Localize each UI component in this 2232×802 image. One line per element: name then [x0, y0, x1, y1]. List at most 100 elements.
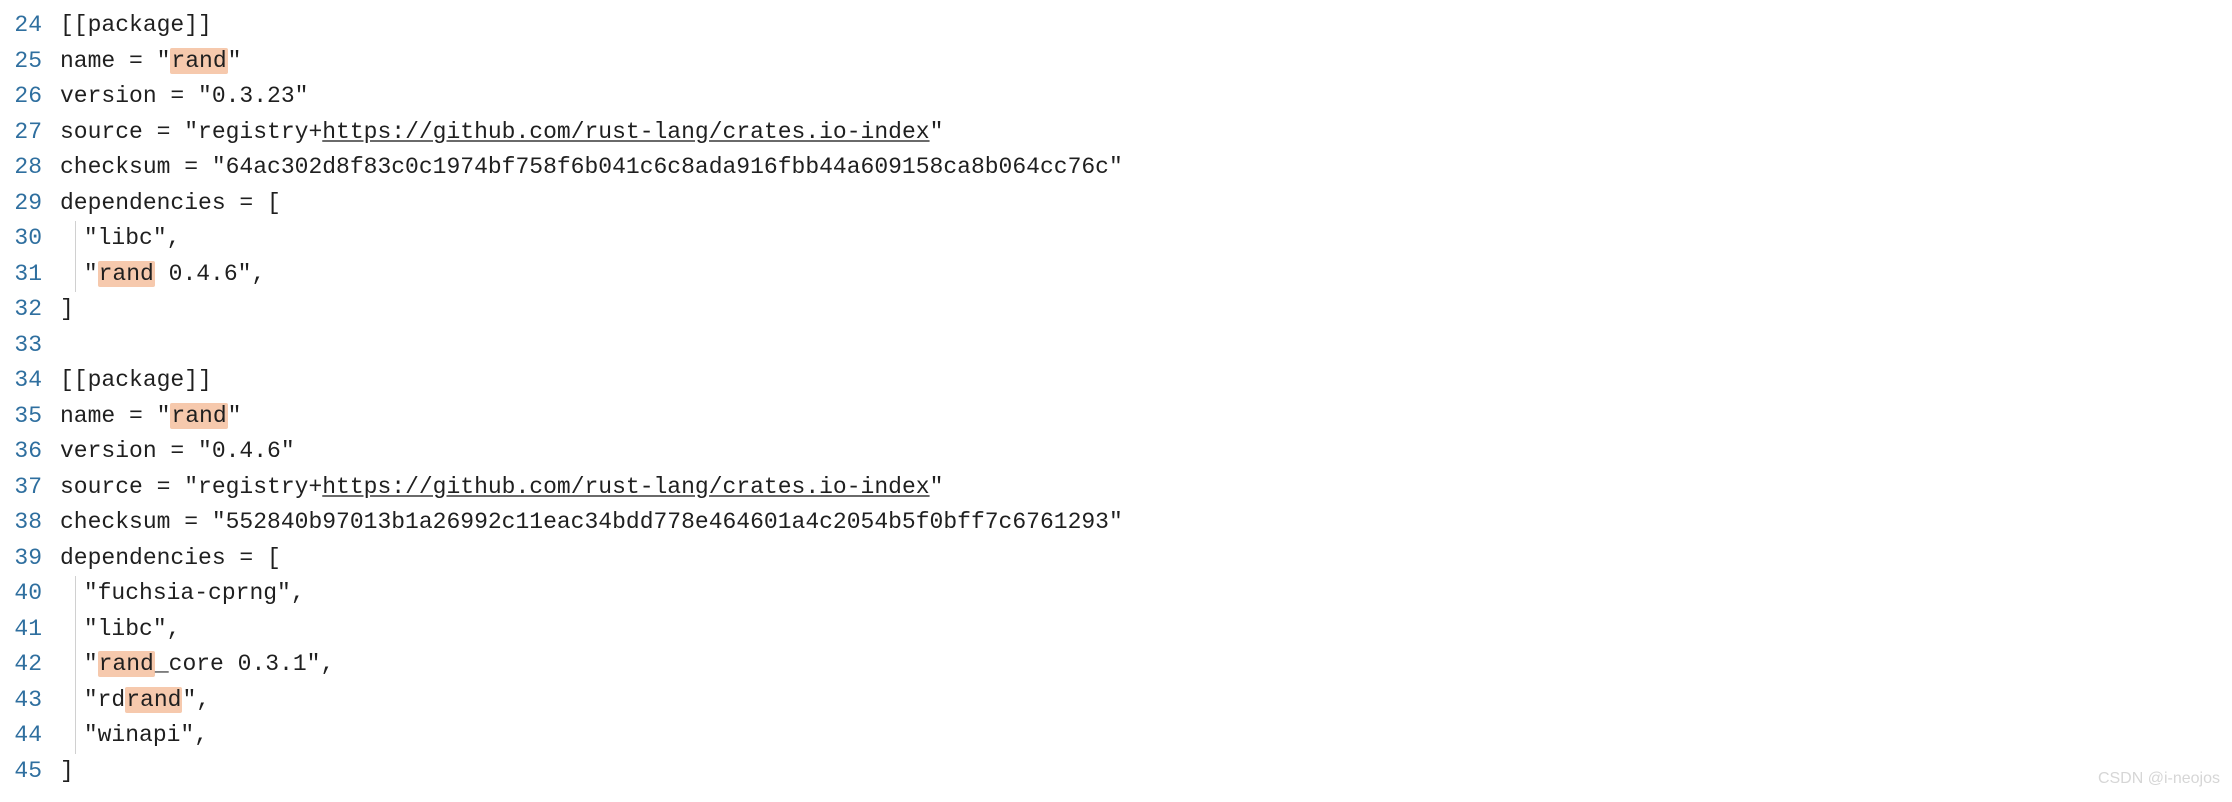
code-token: "	[930, 474, 944, 500]
code-token: "	[228, 48, 242, 74]
code-line[interactable]: 24[[package]]	[0, 8, 2232, 44]
code-token: "	[930, 119, 944, 145]
code-content[interactable]: name = "rand"	[60, 44, 2232, 80]
code-line[interactable]: 37source = "registry+https://github.com/…	[0, 470, 2232, 506]
indent-guide: "winapi",	[75, 718, 208, 754]
line-number: 24	[0, 8, 60, 44]
code-content[interactable]: "rand 0.4.6",	[60, 257, 2232, 293]
line-number: 29	[0, 186, 60, 222]
search-highlight: rand	[125, 687, 182, 713]
code-line[interactable]: 35name = "rand"	[0, 399, 2232, 435]
line-number: 43	[0, 683, 60, 719]
code-line[interactable]: 39dependencies = [	[0, 541, 2232, 577]
line-number: 38	[0, 505, 60, 541]
code-token: "libc",	[84, 225, 181, 251]
code-content[interactable]: "rand_core 0.3.1",	[60, 647, 2232, 683]
watermark-text: CSDN @i-neojos	[2098, 761, 2220, 797]
code-line[interactable]: 29dependencies = [	[0, 186, 2232, 222]
code-line[interactable]: 44 "winapi",	[0, 718, 2232, 754]
code-line[interactable]: 42 "rand_core 0.3.1",	[0, 647, 2232, 683]
line-number: 40	[0, 576, 60, 612]
code-content[interactable]: source = "registry+https://github.com/ru…	[60, 115, 2232, 151]
line-number: 36	[0, 434, 60, 470]
indent-guide: "rdrand",	[75, 683, 210, 719]
line-number: 34	[0, 363, 60, 399]
line-number: 39	[0, 541, 60, 577]
code-line[interactable]: 26version = "0.3.23"	[0, 79, 2232, 115]
url-link[interactable]: https://github.com/rust-lang/crates.io-i…	[322, 474, 929, 500]
code-line[interactable]: 31 "rand 0.4.6",	[0, 257, 2232, 293]
line-number: 28	[0, 150, 60, 186]
code-content[interactable]: ]	[60, 754, 2232, 790]
code-line[interactable]: 32]	[0, 292, 2232, 328]
code-content[interactable]: [[package]]	[60, 363, 2232, 399]
code-content[interactable]: version = "0.3.23"	[60, 79, 2232, 115]
code-token: 0.4.6",	[155, 261, 265, 287]
indent-guide: "libc",	[75, 612, 181, 648]
code-token: source = "registry+	[60, 474, 322, 500]
line-number: 33	[0, 328, 60, 364]
code-line[interactable]: 45]	[0, 754, 2232, 790]
code-token: ]	[60, 758, 74, 784]
search-highlight: rand	[170, 403, 227, 429]
code-content[interactable]: "libc",	[60, 612, 2232, 648]
code-token: checksum = "64ac302d8f83c0c1974bf758f6b0…	[60, 154, 1123, 180]
indent-guide: "rand 0.4.6",	[75, 257, 265, 293]
code-content[interactable]: "fuchsia-cprng",	[60, 576, 2232, 612]
code-token: source = "registry+	[60, 119, 322, 145]
line-number: 37	[0, 470, 60, 506]
code-content[interactable]: [[package]]	[60, 8, 2232, 44]
code-content[interactable]: ]	[60, 292, 2232, 328]
code-line[interactable]: 41 "libc",	[0, 612, 2232, 648]
line-number: 31	[0, 257, 60, 293]
code-line[interactable]: 43 "rdrand",	[0, 683, 2232, 719]
code-line[interactable]: 34[[package]]	[0, 363, 2232, 399]
line-number: 32	[0, 292, 60, 328]
code-token: name = "	[60, 48, 170, 74]
indent-guide: "fuchsia-cprng",	[75, 576, 305, 612]
indent-guide: "libc",	[75, 221, 181, 257]
code-content[interactable]: source = "registry+https://github.com/ru…	[60, 470, 2232, 506]
code-token: [[package]]	[60, 367, 212, 393]
line-number: 42	[0, 647, 60, 683]
code-token: "	[228, 403, 242, 429]
code-content[interactable]: "libc",	[60, 221, 2232, 257]
code-token: dependencies = [	[60, 545, 281, 571]
code-token: "rd	[84, 687, 125, 713]
line-number: 44	[0, 718, 60, 754]
line-number: 41	[0, 612, 60, 648]
code-content[interactable]: checksum = "552840b97013b1a26992c11eac34…	[60, 505, 2232, 541]
code-content[interactable]: version = "0.4.6"	[60, 434, 2232, 470]
url-link[interactable]: https://github.com/rust-lang/crates.io-i…	[322, 119, 929, 145]
code-content[interactable]: checksum = "64ac302d8f83c0c1974bf758f6b0…	[60, 150, 2232, 186]
code-line[interactable]: 33	[0, 328, 2232, 364]
search-highlight: rand	[98, 651, 155, 677]
code-editor[interactable]: 24[[package]]25name = "rand"26version = …	[0, 0, 2232, 802]
code-content[interactable]: "rdrand",	[60, 683, 2232, 719]
code-token: version = "0.3.23"	[60, 83, 308, 109]
line-number: 30	[0, 221, 60, 257]
code-line[interactable]: 27source = "registry+https://github.com/…	[0, 115, 2232, 151]
code-token: "winapi",	[84, 722, 208, 748]
code-token: ]	[60, 296, 74, 322]
code-line[interactable]: 28checksum = "64ac302d8f83c0c1974bf758f6…	[0, 150, 2232, 186]
code-line[interactable]: 38checksum = "552840b97013b1a26992c11eac…	[0, 505, 2232, 541]
code-token: version = "0.4.6"	[60, 438, 295, 464]
code-token: dependencies = [	[60, 190, 281, 216]
code-line[interactable]: 25name = "rand"	[0, 44, 2232, 80]
code-line[interactable]: 36version = "0.4.6"	[0, 434, 2232, 470]
code-line[interactable]: 30 "libc",	[0, 221, 2232, 257]
code-content[interactable]: dependencies = [	[60, 541, 2232, 577]
code-token: ",	[182, 687, 210, 713]
code-token: name = "	[60, 403, 170, 429]
code-token: "	[84, 261, 98, 287]
line-number: 35	[0, 399, 60, 435]
code-content[interactable]: name = "rand"	[60, 399, 2232, 435]
search-highlight: rand	[98, 261, 155, 287]
code-token: "	[84, 651, 98, 677]
code-content[interactable]: "winapi",	[60, 718, 2232, 754]
code-token: "libc",	[84, 616, 181, 642]
code-token: "fuchsia-cprng",	[84, 580, 305, 606]
code-line[interactable]: 40 "fuchsia-cprng",	[0, 576, 2232, 612]
code-content[interactable]: dependencies = [	[60, 186, 2232, 222]
